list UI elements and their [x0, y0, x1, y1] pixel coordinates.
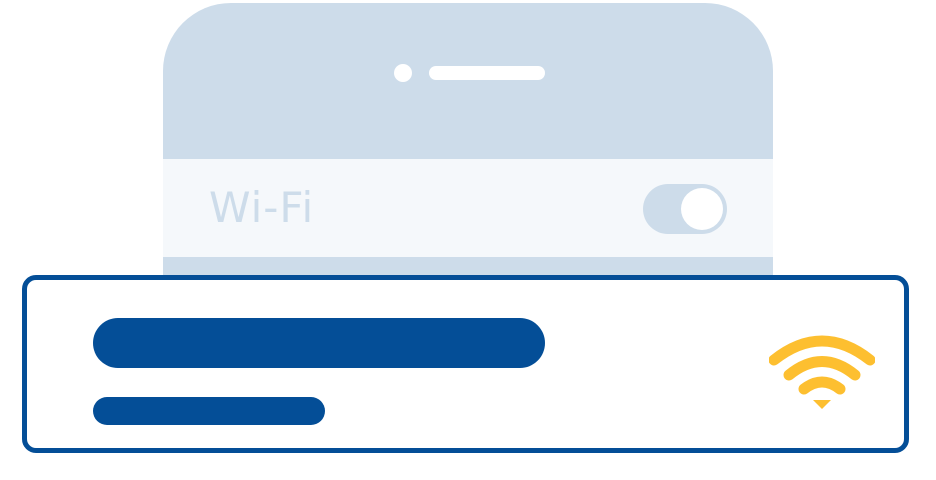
network-detail-placeholder: [93, 397, 325, 425]
wifi-label: Wi-Fi: [209, 183, 315, 232]
wifi-signal-icon: [769, 335, 875, 409]
network-name-placeholder: [93, 318, 545, 368]
wifi-arc-inner: [798, 376, 846, 395]
phone-frame: Wi-Fi: [163, 3, 773, 303]
toggle-knob: [681, 188, 723, 230]
wifi-arc-middle: [783, 356, 861, 381]
wifi-toggle[interactable]: [643, 184, 727, 234]
speaker-slot: [429, 66, 545, 80]
network-card[interactable]: [22, 275, 909, 453]
illustration: Wi-Fi: [0, 0, 936, 480]
wifi-dot: [813, 400, 831, 409]
camera-dot: [394, 64, 412, 82]
wifi-settings-row[interactable]: Wi-Fi: [163, 159, 773, 257]
